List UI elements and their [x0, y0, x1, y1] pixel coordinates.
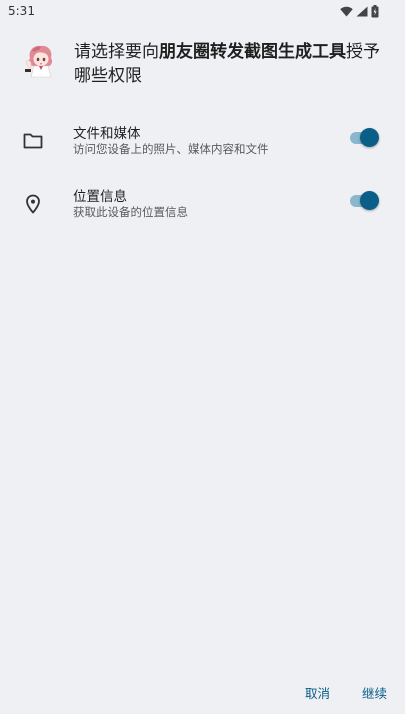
- status-time: 5:31: [8, 4, 35, 18]
- permission-label: 文件和媒体: [73, 126, 141, 142]
- wifi-icon: [340, 6, 353, 17]
- cancel-button[interactable]: 取消: [305, 683, 330, 702]
- folder-icon: [23, 133, 43, 149]
- location-pin-icon: [26, 194, 40, 214]
- app-icon: [22, 42, 58, 78]
- files-media-toggle[interactable]: [350, 127, 380, 149]
- location-toggle[interactable]: [350, 190, 380, 212]
- permission-row-location[interactable]: 位置信息 获取此设备的位置信息: [0, 183, 405, 227]
- title-prefix: 请选择要向: [74, 42, 159, 62]
- toggle-thumb: [360, 128, 379, 147]
- permission-row-files-media[interactable]: 文件和媒体 访问您设备上的照片、媒体内容和文件: [0, 120, 405, 164]
- status-icons: [340, 5, 379, 18]
- app-name: 朋友圈转发截图生成工具: [159, 42, 346, 62]
- permission-dialog-header: 请选择要向朋友圈转发截图生成工具授予哪些权限: [22, 40, 384, 88]
- permission-description: 访问您设备上的照片、媒体内容和文件: [73, 142, 269, 156]
- dialog-title: 请选择要向朋友圈转发截图生成工具授予哪些权限: [74, 40, 384, 88]
- continue-button[interactable]: 继续: [362, 683, 387, 702]
- permission-description: 获取此设备的位置信息: [73, 205, 188, 219]
- signal-icon: [356, 6, 368, 17]
- permission-label: 位置信息: [73, 189, 127, 205]
- status-bar: 5:31: [0, 0, 405, 24]
- battery-icon: [371, 5, 379, 18]
- toggle-thumb: [360, 191, 379, 210]
